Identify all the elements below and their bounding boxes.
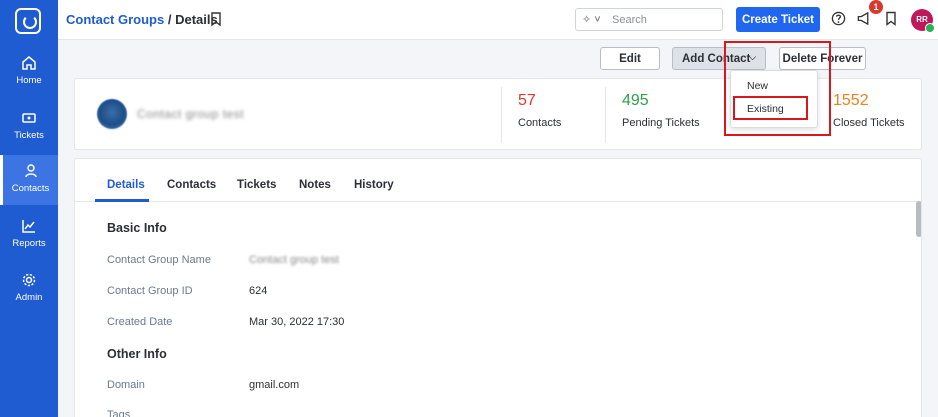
sidebar-item-label: Contacts bbox=[11, 183, 50, 194]
sidebar-item-label: Reports bbox=[12, 238, 46, 249]
field-label: Contact Group ID bbox=[107, 285, 193, 297]
sidebar-item-home[interactable]: Home bbox=[0, 47, 58, 97]
search-box[interactable]: ✧ ˅ bbox=[575, 8, 723, 31]
search-scope-icon[interactable]: ✧ ˅ bbox=[582, 13, 601, 26]
sidebar: Home Tickets Contacts Reports Admin bbox=[0, 0, 58, 417]
sidebar-item-contacts[interactable]: Contacts bbox=[0, 155, 58, 205]
breadcrumb-separator: / bbox=[167, 12, 172, 27]
tab-history[interactable]: History bbox=[354, 179, 394, 191]
user-icon bbox=[24, 164, 37, 178]
active-tab-indicator bbox=[95, 199, 149, 202]
highlight-box-existing bbox=[733, 96, 808, 120]
stat-closed-tickets: 1552 Closed Tickets bbox=[817, 87, 917, 143]
stat-pending-tickets: 495 Pending Tickets bbox=[605, 87, 725, 143]
sidebar-item-label: Admin bbox=[15, 292, 43, 303]
sidebar-item-label: Tickets bbox=[14, 130, 44, 141]
sidebar-item-reports[interactable]: Reports bbox=[0, 210, 58, 260]
stat-value: 495 bbox=[622, 92, 649, 109]
stat-label: Closed Tickets bbox=[833, 117, 905, 129]
group-name: Contact group test bbox=[137, 107, 245, 121]
scrollbar[interactable] bbox=[916, 201, 921, 237]
search-input[interactable] bbox=[612, 12, 712, 28]
details-card: Details Contacts Tickets Notes History B… bbox=[74, 158, 922, 417]
help-icon[interactable] bbox=[831, 11, 846, 26]
ticket-icon bbox=[22, 113, 36, 123]
stat-value: 1552 bbox=[833, 92, 869, 109]
field-label: Domain bbox=[107, 379, 145, 391]
tab-bar: Details Contacts Tickets Notes History bbox=[75, 159, 921, 202]
app-logo-icon[interactable] bbox=[15, 8, 41, 34]
field-label: Contact Group Name bbox=[107, 254, 211, 266]
highlight-box bbox=[724, 41, 831, 136]
field-value: gmail.com bbox=[249, 379, 300, 391]
stat-contacts: 57 Contacts bbox=[501, 87, 605, 143]
section-heading-basic-info: Basic Info bbox=[107, 221, 167, 235]
gear-icon bbox=[22, 273, 36, 287]
field-label: Tags bbox=[107, 409, 131, 417]
field-value: Mar 30, 2022 17:30 bbox=[249, 316, 345, 328]
section-heading-other-info: Other Info bbox=[107, 347, 167, 361]
online-status-icon bbox=[925, 23, 935, 33]
group-avatar bbox=[97, 99, 127, 129]
sidebar-item-tickets[interactable]: Tickets bbox=[0, 102, 58, 152]
top-bar: Contact Groups / Details ✧ ˅ Create Tick… bbox=[58, 0, 938, 40]
stat-value: 57 bbox=[518, 92, 536, 109]
home-icon bbox=[22, 56, 36, 70]
tab-details[interactable]: Details bbox=[107, 179, 145, 191]
tab-notes[interactable]: Notes bbox=[299, 179, 331, 191]
sidebar-item-label: Home bbox=[16, 75, 42, 86]
stat-label: Pending Tickets bbox=[622, 117, 700, 129]
breadcrumb-link-contact-groups[interactable]: Contact Groups bbox=[66, 12, 164, 27]
field-value: Contact group test bbox=[249, 254, 339, 266]
notification-badge: 1 bbox=[869, 0, 883, 14]
sidebar-item-admin[interactable]: Admin bbox=[0, 264, 58, 314]
megaphone-icon[interactable] bbox=[856, 11, 872, 26]
field-value: 624 bbox=[249, 285, 268, 297]
bookmark-icon[interactable] bbox=[210, 12, 222, 26]
create-ticket-button[interactable]: Create Ticket bbox=[736, 7, 820, 32]
tab-tickets[interactable]: Tickets bbox=[237, 179, 276, 191]
edit-button[interactable]: Edit bbox=[600, 47, 660, 70]
breadcrumb: Contact Groups / Details bbox=[66, 12, 218, 27]
chart-icon bbox=[22, 220, 35, 233]
tab-contacts[interactable]: Contacts bbox=[167, 179, 216, 191]
field-label: Created Date bbox=[107, 316, 173, 328]
bookmarks-icon[interactable] bbox=[885, 11, 897, 26]
stat-label: Contacts bbox=[518, 117, 562, 129]
